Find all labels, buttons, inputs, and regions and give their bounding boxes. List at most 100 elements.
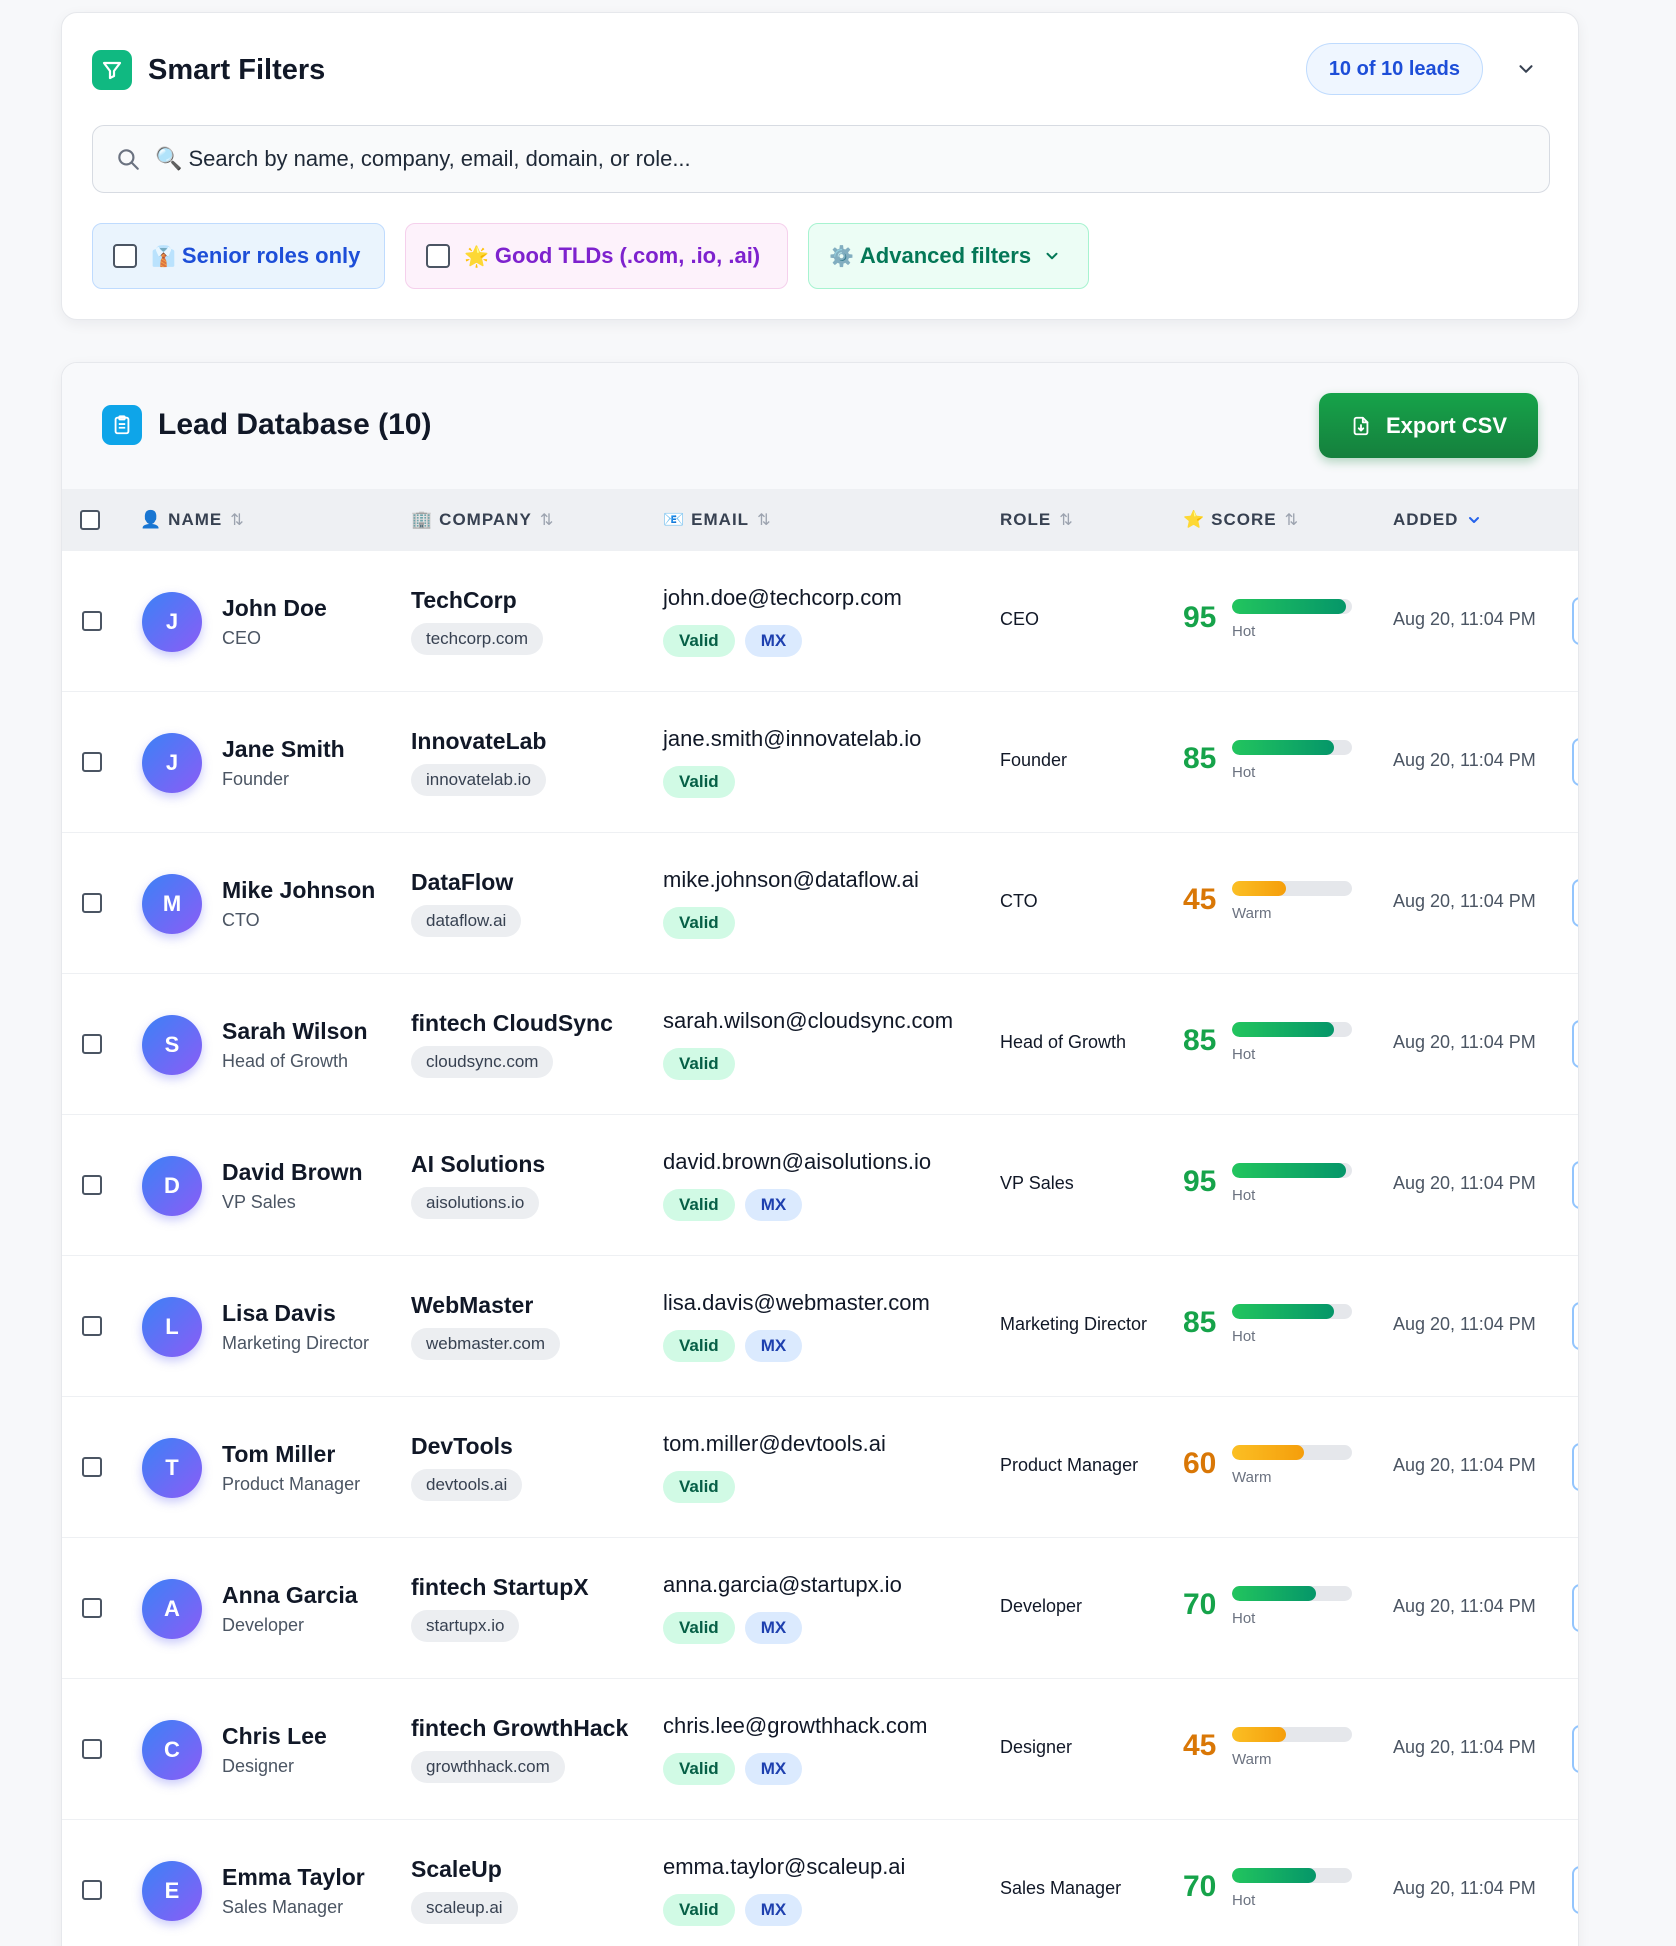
senior-roles-filter[interactable]: 👔 Senior roles only [92,223,385,289]
lead-title: Head of Growth [222,1051,349,1071]
lead-title: Product Manager [222,1474,361,1494]
table-row[interactable]: L Lisa Davis Marketing Director WebMaster we… [62,1256,1578,1397]
score-value: 70 [1183,1588,1217,1621]
collapse-filters-button[interactable] [1510,53,1542,85]
column-header-role[interactable]: ROLE ⇅ [1000,489,1073,551]
row-checkbox[interactable] [82,1598,102,1618]
row-action-button[interactable] [1572,1161,1578,1209]
domain-tag: aisolutions.io [411,1187,540,1219]
table-row[interactable]: C Chris Lee Designer fintech GrowthHack grow… [62,1679,1578,1820]
domain-tag: scaleup.ai [411,1892,518,1924]
row-action-button[interactable] [1572,597,1578,645]
table-row[interactable]: M Mike Johnson CTO DataFlow dataflow.ai mike.… [62,833,1578,974]
added-date: Aug 20, 11:04 PM [1393,1314,1536,1334]
table-row[interactable]: D David Brown VP Sales AI Solutions aisoluti… [62,1115,1578,1256]
table-row[interactable]: E Emma Taylor Sales Manager ScaleUp scaleup.… [62,1820,1578,1946]
score-bar-fill [1232,740,1334,755]
lead-email: sarah.wilson@cloudsync.com [663,1008,954,1033]
row-action-button[interactable] [1572,738,1578,786]
row-action-button[interactable] [1572,1866,1578,1914]
score-value: 45 [1183,1729,1217,1762]
email-badges: Valid MX [663,1330,812,1362]
sort-icon: ⇅ [539,512,554,529]
smart-filters-title: Smart Filters [148,53,326,86]
table-row[interactable]: J Jane Smith Founder InnovateLab innovatelab… [62,692,1578,833]
column-header-score[interactable]: ⭐ SCORE ⇅ [1183,489,1298,551]
column-header-name[interactable]: 👤 NAME ⇅ [140,489,244,551]
row-checkbox[interactable] [82,611,102,631]
avatar: D [142,1156,202,1216]
file-download-icon [1353,416,1369,435]
good-tlds-checkbox[interactable] [426,244,450,268]
row-action-button[interactable] [1572,879,1578,927]
avatar: T [142,1438,202,1498]
senior-roles-checkbox[interactable] [113,244,137,268]
search-input[interactable] [155,146,1455,172]
gear-icon: ⚙️ [829,245,854,268]
email-badges: Valid [663,1471,745,1503]
mx-badge: MX [744,1753,803,1785]
table-row[interactable]: T Tom Miller Product Manager DevTools devtoo… [62,1397,1578,1538]
chevron-down-icon [1519,65,1533,73]
added-date: Aug 20, 11:04 PM [1393,1737,1536,1757]
row-action-button[interactable] [1572,1725,1578,1773]
sort-icon: ⇅ [1284,512,1299,529]
row-checkbox[interactable] [82,752,102,772]
score-value: 45 [1183,883,1217,916]
column-header-company[interactable]: 🏢 COMPANY ⇅ [411,489,553,551]
valid-badge: Valid [663,1612,735,1644]
lead-name: Jane Smith [222,736,345,762]
added-date: Aug 20, 11:04 PM [1393,1173,1536,1193]
valid-badge: Valid [663,907,735,939]
lead-name: David Brown [222,1159,363,1185]
row-checkbox[interactable] [82,1739,102,1759]
lead-database-panel: Lead Database (10) Export CSV 👤 NAME ⇅ 🏢… [61,362,1579,1946]
lead-title: CTO [222,910,260,930]
column-header-added[interactable]: ADDED [1393,489,1482,551]
lead-role: Marketing Director [1000,1314,1148,1334]
row-checkbox[interactable] [82,893,102,913]
company-name: WebMaster [411,1292,534,1318]
lead-name: Emma Taylor [222,1864,365,1890]
row-checkbox[interactable] [82,1034,102,1054]
row-action-button[interactable] [1572,1302,1578,1350]
lead-title: Designer [222,1756,295,1776]
score-bar [1232,1727,1352,1742]
row-checkbox[interactable] [82,1880,102,1900]
score-bar-fill [1232,881,1286,896]
row-checkbox[interactable] [82,1457,102,1477]
person-icon: 👤 [140,510,163,529]
row-action-button[interactable] [1572,1443,1578,1491]
row-action-button[interactable] [1572,1584,1578,1632]
score-bar-fill [1232,1727,1286,1742]
lead-email: tom.miller@devtools.ai [663,1431,886,1456]
column-role-label: ROLE [1000,510,1052,529]
table-row[interactable]: S Sarah Wilson Head of Growth fintech Cloud… [62,974,1578,1115]
column-company-label: COMPANY [439,510,532,529]
lead-name: John Doe [222,595,327,621]
company-name: InnovateLab [411,728,547,754]
select-all-checkbox[interactable] [80,510,100,530]
select-all-header [80,489,100,551]
score-bar [1232,1445,1352,1460]
score-status: Hot [1232,1328,1256,1345]
score-value: 85 [1183,1024,1217,1057]
company-name: DevTools [411,1433,513,1459]
table-row[interactable]: J John Doe CEO TechCorp techcorp.com john.doe… [62,551,1578,692]
lead-name: Chris Lee [222,1723,327,1749]
row-action-button[interactable] [1572,1020,1578,1068]
score-status: Warm [1232,1469,1272,1486]
added-date: Aug 20, 11:04 PM [1393,1032,1536,1052]
row-checkbox[interactable] [82,1175,102,1195]
column-name-label: NAME [168,510,223,529]
column-header-email[interactable]: 📧 EMAIL ⇅ [663,489,770,551]
row-checkbox[interactable] [82,1316,102,1336]
good-tlds-filter[interactable]: 🌟 Good TLDs (.com, .io, .ai) [405,223,788,289]
added-date: Aug 20, 11:04 PM [1393,891,1536,911]
company-name: AI Solutions [411,1151,546,1177]
clipboard-icon [102,405,142,445]
advanced-filters-toggle[interactable]: ⚙️ Advanced filters [808,223,1089,289]
export-csv-button[interactable]: Export CSV [1319,393,1538,458]
table-row[interactable]: A Anna Garcia Developer fintech StartupX sta… [62,1538,1578,1679]
avatar: M [142,874,202,934]
